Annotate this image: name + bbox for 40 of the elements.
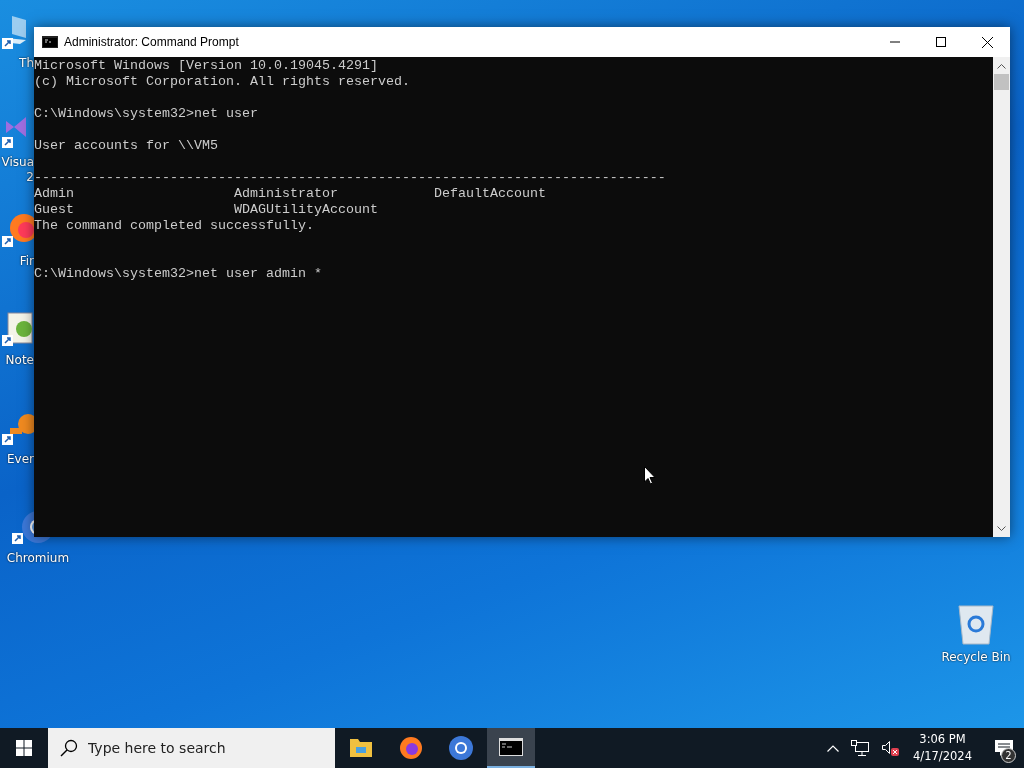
desktop-icon-label[interactable]: Recycle Bin [941, 650, 1011, 664]
desktop-icon-label[interactable]: Ever [0, 452, 34, 467]
console-line: C:\Windows\system32>net user admin * [34, 266, 322, 282]
network-icon[interactable] [851, 740, 870, 756]
console-line: Guest WDAGUtilityAccount [34, 202, 378, 218]
desktop-icon-label[interactable]: Chromium [6, 551, 70, 566]
scrollbar[interactable] [993, 57, 1010, 537]
window-title: Administrator: Command Prompt [64, 35, 239, 49]
console-line: Microsoft Windows [Version 10.0.19045.4291] [34, 58, 378, 74]
desktop-icon-label[interactable]: Fir [0, 254, 34, 269]
recycle-bin-icon [956, 602, 996, 646]
console-icon [42, 36, 58, 48]
desktop-icon-label[interactable]: Note [0, 353, 34, 368]
console-line: (c) Microsoft Corporation. All rights reserved. [34, 74, 410, 90]
taskbar-app-button[interactable] [487, 728, 535, 768]
search-field[interactable]: Type here to search [48, 728, 335, 768]
notepad-icon [0, 311, 34, 347]
scrollbar-thumb[interactable] [994, 74, 1009, 90]
console-line: The command completed successfully. [34, 218, 314, 234]
scroll-down-icon[interactable] [997, 526, 1006, 532]
maximize-icon [936, 37, 946, 47]
chevron-up-icon[interactable] [827, 744, 840, 752]
chromium-icon [448, 735, 474, 761]
console-line: Admin Administrator DefaultAccount [34, 186, 546, 202]
windows-logo-icon [16, 740, 32, 756]
search-icon [60, 739, 78, 757]
clock-time[interactable]: 3:06 PM [919, 731, 966, 748]
desktop-icon-label[interactable]: Visua 2 [0, 155, 34, 185]
clock-date[interactable]: 4/17/2024 [913, 748, 972, 765]
console-line: C:\Windows\system32>net user [34, 106, 258, 122]
muted-speaker-icon[interactable] [881, 740, 900, 756]
notifications-button[interactable]: 2 [984, 728, 1024, 768]
notification-count: 2 [1001, 748, 1016, 763]
console-line: User accounts for \\VM5 [34, 138, 218, 154]
console-line: ------------------------------------------------------------------------------- [34, 170, 666, 186]
desktop-icon-label[interactable]: Th [0, 56, 34, 71]
close-icon [981, 36, 993, 48]
mouse-pointer-icon [644, 466, 656, 485]
fox-globe-icon [398, 735, 424, 761]
scroll-up-icon[interactable] [997, 63, 1006, 69]
